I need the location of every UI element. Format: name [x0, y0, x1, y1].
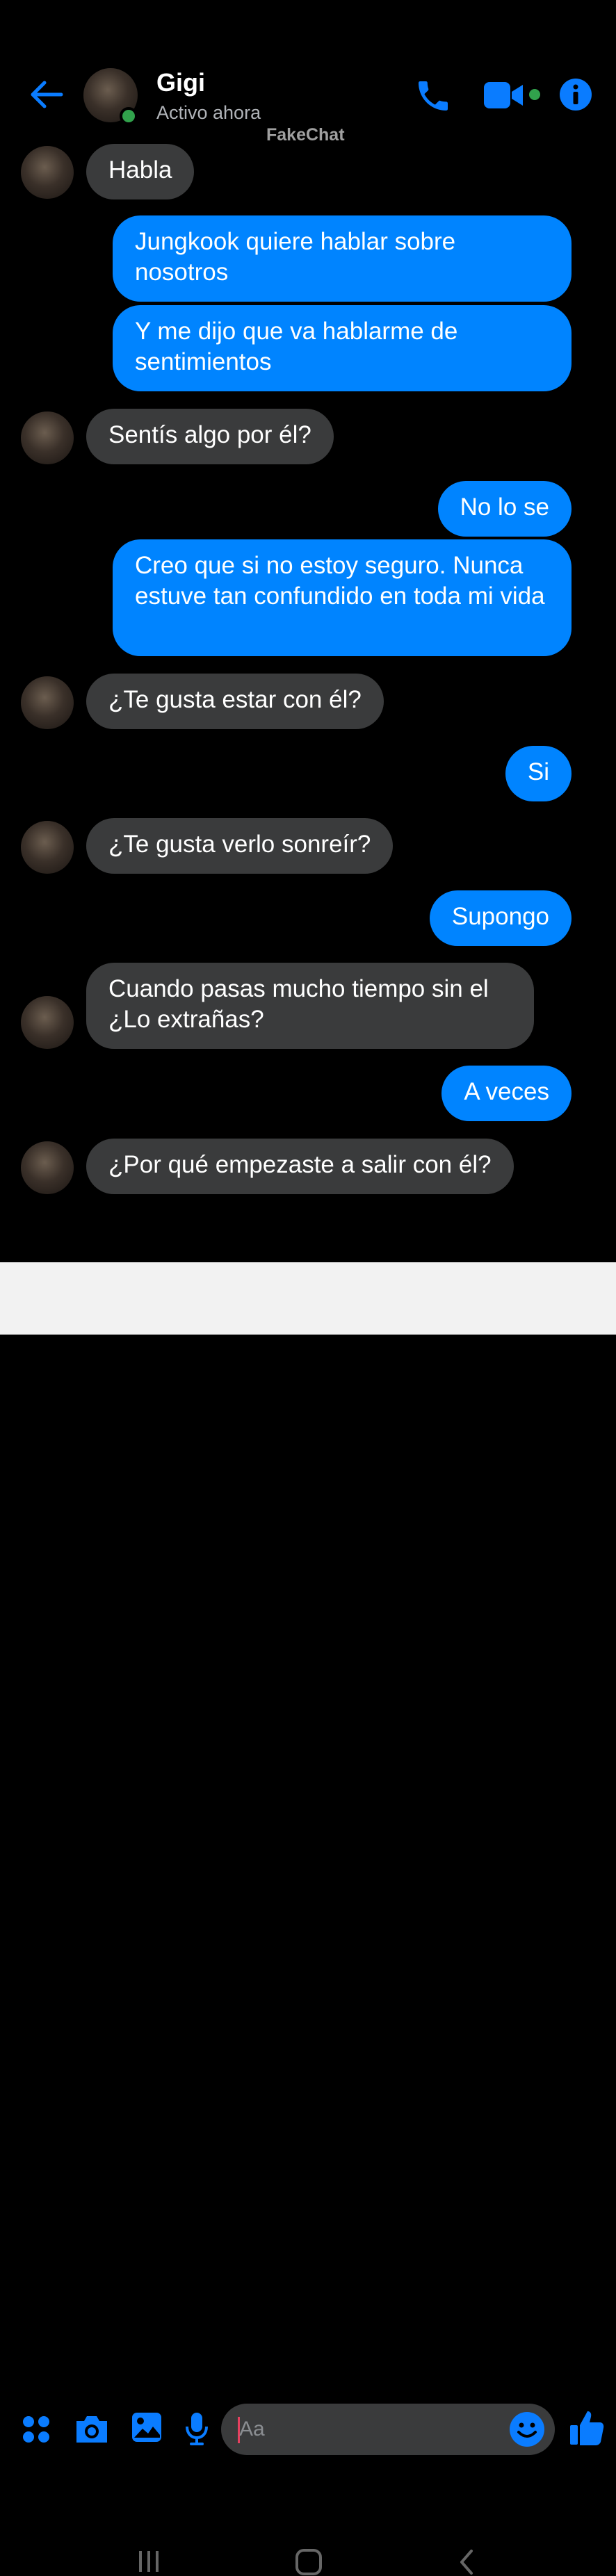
incoming-message[interactable]: Cuando pasas mucho tiempo sin el ¿Lo ext… — [86, 963, 534, 1049]
outgoing-message[interactable]: Creo que si no estoy seguro. Nunca estuv… — [113, 539, 572, 656]
contact-status: Activo ahora — [156, 102, 261, 123]
outgoing-message[interactable]: Si — [505, 746, 572, 801]
contact-avatar-small — [21, 996, 74, 1049]
home-icon[interactable] — [295, 2548, 323, 2576]
contact-avatar-small — [21, 411, 74, 464]
info-icon[interactable] — [559, 78, 592, 111]
outgoing-message[interactable]: Supongo — [429, 890, 572, 946]
outgoing-message[interactable]: Y me dijo que va hablarme de sentimiento… — [113, 305, 572, 391]
watermark: FakeChat — [266, 125, 345, 145]
recent-apps-icon[interactable] — [136, 2550, 161, 2573]
back-arrow-icon[interactable] — [28, 76, 64, 113]
outgoing-message[interactable]: No lo se — [437, 481, 572, 537]
composer-bar: Aa — [0, 1199, 616, 2455]
phone-icon[interactable] — [413, 76, 453, 115]
contact-avatar-small — [21, 146, 74, 199]
contact-avatar-small — [21, 821, 74, 874]
camera-icon[interactable] — [74, 2414, 110, 2445]
system-navigation-bar — [0, 1262, 616, 2575]
contact-avatar-small — [21, 1141, 74, 1194]
incoming-message[interactable]: ¿Por qué empezaste a salir con él? — [86, 1139, 514, 1194]
online-indicator — [120, 107, 138, 125]
incoming-message[interactable]: ¿Te gusta estar con él? — [86, 674, 384, 729]
incoming-message[interactable]: ¿Te gusta verlo sonreír? — [86, 818, 394, 874]
outgoing-message[interactable]: Jungkook quiere hablar sobre nosotros — [113, 215, 572, 302]
apps-grid-icon[interactable] — [21, 2414, 51, 2445]
message-input-placeholder: Aa — [239, 2418, 265, 2440]
video-camera-icon[interactable] — [484, 79, 526, 111]
chat-header: Gigi Activo ahora FakeChat — [0, 0, 616, 145]
microphone-icon[interactable] — [185, 2411, 209, 2446]
incoming-message[interactable]: Habla — [86, 144, 195, 199]
contact-avatar-small — [21, 676, 74, 729]
outgoing-message[interactable]: A veces — [441, 1066, 572, 1121]
message-input[interactable] — [221, 2404, 555, 2455]
contact-name[interactable]: Gigi — [156, 68, 205, 97]
emoji-icon[interactable] — [509, 2411, 545, 2447]
thumbs-up-icon[interactable] — [569, 2408, 605, 2447]
image-icon[interactable] — [131, 2411, 163, 2443]
incoming-message[interactable]: Sentís algo por él? — [86, 409, 334, 464]
video-active-dot — [529, 89, 540, 100]
nav-back-icon[interactable] — [456, 2548, 477, 2576]
